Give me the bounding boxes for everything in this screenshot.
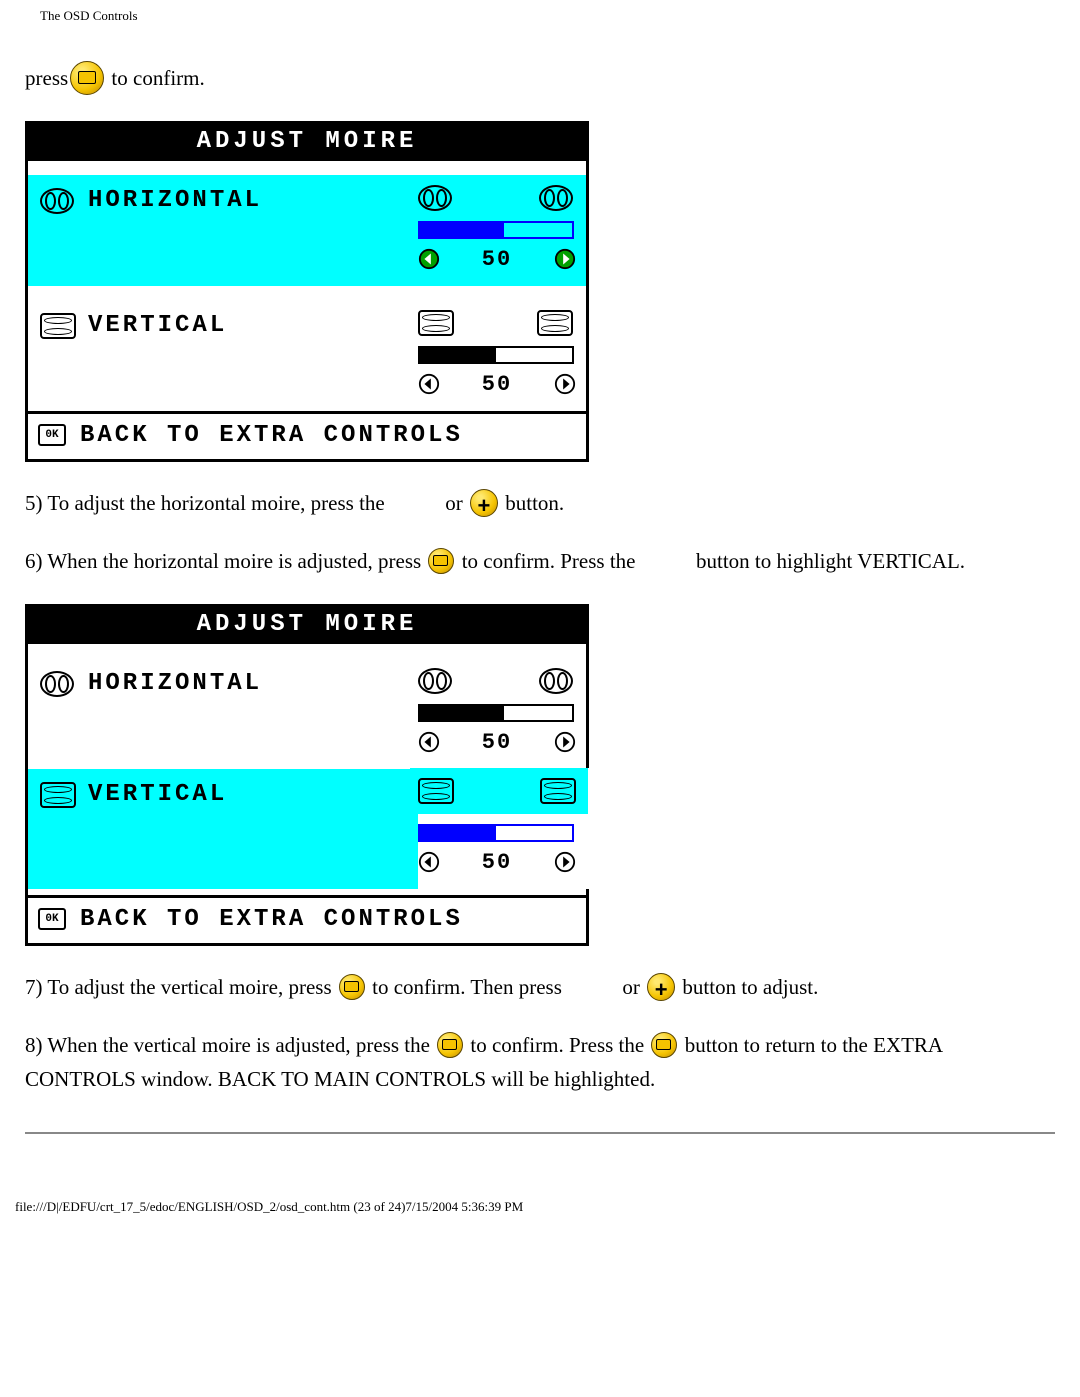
step-8: 8) When the vertical moire is adjusted, … xyxy=(25,1029,1055,1096)
osd2-horizontal-label: HORIZONTAL xyxy=(88,670,262,697)
ok-icon xyxy=(339,974,365,1000)
arrow-left-icon[interactable] xyxy=(418,373,440,395)
osd2-h-slider[interactable] xyxy=(418,704,574,722)
arrow-right-icon[interactable] xyxy=(554,731,576,753)
step6-a: 6) When the horizontal moire is adjusted… xyxy=(25,549,426,573)
osd-panel-2: ADJUST MOIRE HORIZONTAL 50 xyxy=(25,604,589,946)
step7-c: or xyxy=(617,975,645,999)
step-6: 6) When the horizontal moire is adjusted… xyxy=(25,545,1055,579)
step-5: 5) To adjust the horizontal moire, press… xyxy=(25,487,1055,521)
step7-d: button to adjust. xyxy=(677,975,818,999)
ok-icon xyxy=(428,548,454,574)
osd2-h-value: 50 xyxy=(482,730,512,755)
osd1-vertical-label: VERTICAL xyxy=(88,312,227,339)
step5-a: 5) To adjust the horizontal moire, press… xyxy=(25,491,390,515)
step8-a: 8) When the vertical moire is adjusted, … xyxy=(25,1033,435,1057)
step7-b: to confirm. Then press xyxy=(367,975,567,999)
moire-vertical-icon xyxy=(40,782,76,808)
osd1-h-slider[interactable] xyxy=(418,221,574,239)
intro-press: press xyxy=(25,66,68,90)
moire-horizontal-icon xyxy=(539,668,573,694)
page-header: The OSD Controls xyxy=(25,0,1055,36)
osd1-horizontal-label: HORIZONTAL xyxy=(88,187,262,214)
moire-vertical-icon xyxy=(537,310,573,336)
ok-icon xyxy=(651,1032,677,1058)
osd1-v-value: 50 xyxy=(482,372,512,397)
moire-horizontal-icon xyxy=(418,185,452,211)
osd1-row-horizontal[interactable]: HORIZONTAL 50 xyxy=(28,175,586,286)
osd2-back-label: BACK TO EXTRA CONTROLS xyxy=(80,906,463,933)
osd1-h-value: 50 xyxy=(482,247,512,272)
arrow-right-icon[interactable] xyxy=(554,248,576,270)
osd2-row-vertical[interactable]: VERTICAL 50 xyxy=(28,769,586,889)
osd1-back-label: BACK TO EXTRA CONTROLS xyxy=(80,422,463,449)
plus-icon xyxy=(470,489,498,517)
arrow-left-icon[interactable] xyxy=(418,731,440,753)
moire-horizontal-icon xyxy=(40,188,74,214)
step7-a: 7) To adjust the vertical moire, press xyxy=(25,975,337,999)
osd2-v-value: 50 xyxy=(482,850,512,875)
step-7: 7) To adjust the vertical moire, press t… xyxy=(25,971,1055,1005)
step5-c: button. xyxy=(500,491,564,515)
osd1-v-slider[interactable] xyxy=(418,346,574,364)
osd1-title: ADJUST MOIRE xyxy=(28,124,586,161)
intro-confirm: to confirm. xyxy=(106,66,205,90)
ok-box-icon: 0K xyxy=(38,424,66,446)
arrow-right-icon[interactable] xyxy=(554,851,576,873)
ok-icon xyxy=(70,61,104,95)
ok-icon xyxy=(437,1032,463,1058)
osd-panel-1: ADJUST MOIRE HORIZONTAL 50 xyxy=(25,121,589,462)
moire-horizontal-icon xyxy=(40,671,74,697)
step6-b: to confirm. Press the xyxy=(456,549,640,573)
step5-b: or xyxy=(440,491,468,515)
moire-vertical-icon xyxy=(418,778,454,804)
osd2-v-slider[interactable] xyxy=(418,824,574,842)
osd1-row-vertical[interactable]: VERTICAL 50 xyxy=(28,300,586,411)
moire-vertical-icon xyxy=(540,778,576,804)
osd2-vertical-label: VERTICAL xyxy=(88,781,227,808)
osd2-back-row[interactable]: 0K BACK TO EXTRA CONTROLS xyxy=(28,898,586,943)
arrow-left-icon[interactable] xyxy=(418,851,440,873)
osd2-title: ADJUST MOIRE xyxy=(28,607,586,644)
divider xyxy=(25,1132,1055,1134)
moire-vertical-icon xyxy=(418,310,454,336)
osd2-row-horizontal[interactable]: HORIZONTAL 50 xyxy=(28,658,586,769)
step6-c: button to highlight VERTICAL. xyxy=(691,549,965,573)
intro-line: press to confirm. xyxy=(25,61,1055,96)
moire-horizontal-icon xyxy=(539,185,573,211)
plus-icon xyxy=(647,973,675,1001)
osd1-back-row[interactable]: 0K BACK TO EXTRA CONTROLS xyxy=(28,414,586,459)
arrow-right-icon[interactable] xyxy=(554,373,576,395)
ok-box-icon: 0K xyxy=(38,908,66,930)
moire-vertical-icon xyxy=(40,313,76,339)
moire-horizontal-icon xyxy=(418,668,452,694)
page-footer: file:///D|/EDFU/crt_17_5/edoc/ENGLISH/OS… xyxy=(0,1189,1080,1215)
arrow-left-icon[interactable] xyxy=(418,248,440,270)
step8-b: to confirm. Press the xyxy=(465,1033,649,1057)
